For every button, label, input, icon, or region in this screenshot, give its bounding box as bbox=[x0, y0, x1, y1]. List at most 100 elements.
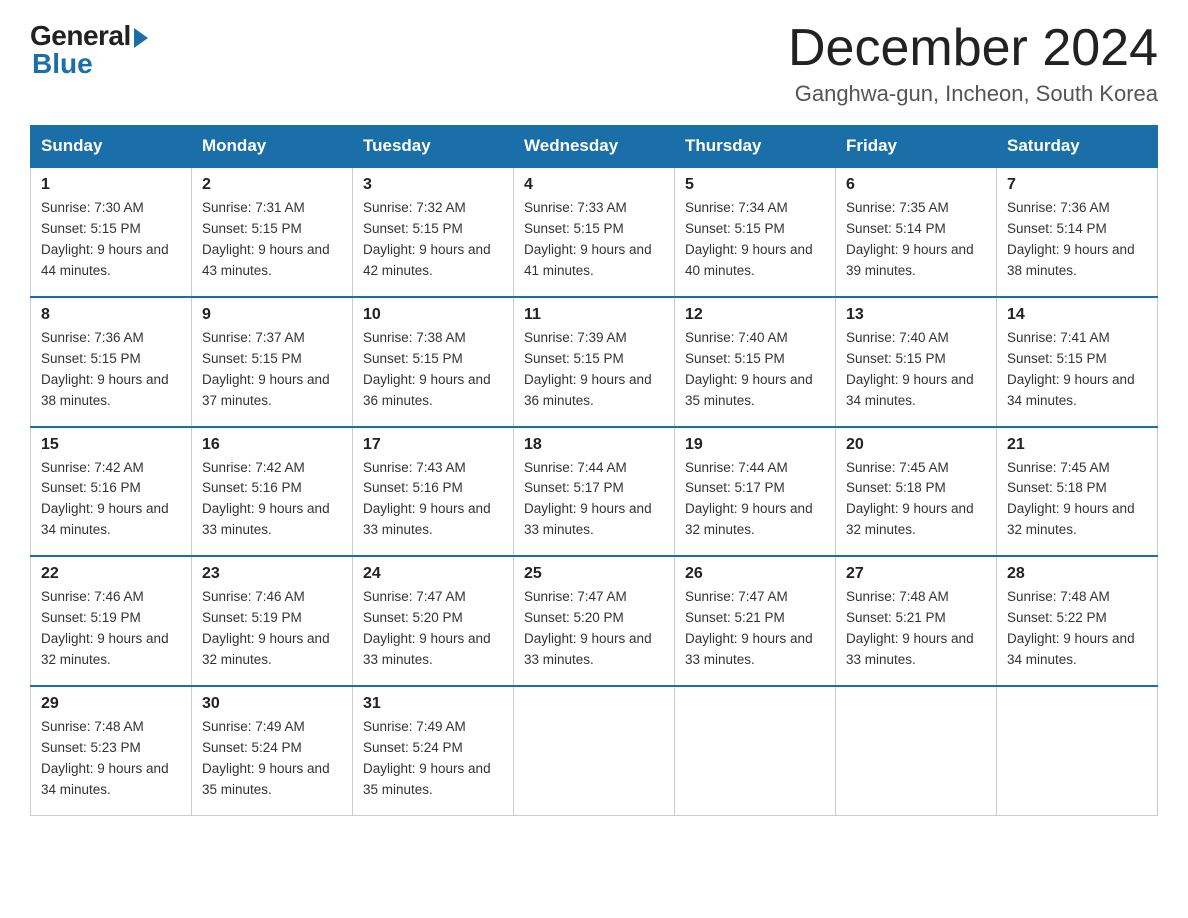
calendar-week-row: 8 Sunrise: 7:36 AM Sunset: 5:15 PM Dayli… bbox=[31, 297, 1158, 427]
day-number: 9 bbox=[202, 306, 342, 324]
weekday-header-friday: Friday bbox=[836, 126, 997, 168]
calendar-table: SundayMondayTuesdayWednesdayThursdayFrid… bbox=[30, 125, 1158, 815]
calendar-cell: 19 Sunrise: 7:44 AM Sunset: 5:17 PM Dayl… bbox=[675, 427, 836, 557]
day-info: Sunrise: 7:45 AM Sunset: 5:18 PM Dayligh… bbox=[1007, 458, 1147, 542]
day-info: Sunrise: 7:47 AM Sunset: 5:20 PM Dayligh… bbox=[524, 587, 664, 671]
day-info: Sunrise: 7:33 AM Sunset: 5:15 PM Dayligh… bbox=[524, 198, 664, 282]
day-number: 6 bbox=[846, 176, 986, 194]
calendar-cell: 24 Sunrise: 7:47 AM Sunset: 5:20 PM Dayl… bbox=[353, 556, 514, 686]
day-info: Sunrise: 7:31 AM Sunset: 5:15 PM Dayligh… bbox=[202, 198, 342, 282]
calendar-cell: 27 Sunrise: 7:48 AM Sunset: 5:21 PM Dayl… bbox=[836, 556, 997, 686]
calendar-cell: 16 Sunrise: 7:42 AM Sunset: 5:16 PM Dayl… bbox=[192, 427, 353, 557]
day-number: 4 bbox=[524, 176, 664, 194]
day-number: 11 bbox=[524, 306, 664, 324]
day-number: 31 bbox=[363, 695, 503, 713]
day-info: Sunrise: 7:49 AM Sunset: 5:24 PM Dayligh… bbox=[363, 717, 503, 801]
calendar-cell: 25 Sunrise: 7:47 AM Sunset: 5:20 PM Dayl… bbox=[514, 556, 675, 686]
calendar-cell: 7 Sunrise: 7:36 AM Sunset: 5:14 PM Dayli… bbox=[997, 167, 1158, 297]
day-number: 8 bbox=[41, 306, 181, 324]
day-info: Sunrise: 7:44 AM Sunset: 5:17 PM Dayligh… bbox=[524, 458, 664, 542]
day-number: 29 bbox=[41, 695, 181, 713]
logo-blue-text: Blue bbox=[32, 48, 93, 80]
day-info: Sunrise: 7:32 AM Sunset: 5:15 PM Dayligh… bbox=[363, 198, 503, 282]
day-info: Sunrise: 7:35 AM Sunset: 5:14 PM Dayligh… bbox=[846, 198, 986, 282]
day-info: Sunrise: 7:45 AM Sunset: 5:18 PM Dayligh… bbox=[846, 458, 986, 542]
day-info: Sunrise: 7:39 AM Sunset: 5:15 PM Dayligh… bbox=[524, 328, 664, 412]
day-info: Sunrise: 7:41 AM Sunset: 5:15 PM Dayligh… bbox=[1007, 328, 1147, 412]
day-number: 12 bbox=[685, 306, 825, 324]
calendar-cell: 2 Sunrise: 7:31 AM Sunset: 5:15 PM Dayli… bbox=[192, 167, 353, 297]
day-number: 10 bbox=[363, 306, 503, 324]
day-number: 3 bbox=[363, 176, 503, 194]
day-number: 20 bbox=[846, 436, 986, 454]
day-number: 30 bbox=[202, 695, 342, 713]
day-info: Sunrise: 7:48 AM Sunset: 5:23 PM Dayligh… bbox=[41, 717, 181, 801]
day-info: Sunrise: 7:48 AM Sunset: 5:22 PM Dayligh… bbox=[1007, 587, 1147, 671]
calendar-cell: 13 Sunrise: 7:40 AM Sunset: 5:15 PM Dayl… bbox=[836, 297, 997, 427]
calendar-cell bbox=[997, 686, 1158, 815]
calendar-cell: 28 Sunrise: 7:48 AM Sunset: 5:22 PM Dayl… bbox=[997, 556, 1158, 686]
day-info: Sunrise: 7:40 AM Sunset: 5:15 PM Dayligh… bbox=[685, 328, 825, 412]
day-info: Sunrise: 7:38 AM Sunset: 5:15 PM Dayligh… bbox=[363, 328, 503, 412]
calendar-cell: 23 Sunrise: 7:46 AM Sunset: 5:19 PM Dayl… bbox=[192, 556, 353, 686]
calendar-cell bbox=[514, 686, 675, 815]
day-number: 13 bbox=[846, 306, 986, 324]
calendar-cell: 6 Sunrise: 7:35 AM Sunset: 5:14 PM Dayli… bbox=[836, 167, 997, 297]
calendar-week-row: 29 Sunrise: 7:48 AM Sunset: 5:23 PM Dayl… bbox=[31, 686, 1158, 815]
calendar-cell: 12 Sunrise: 7:40 AM Sunset: 5:15 PM Dayl… bbox=[675, 297, 836, 427]
weekday-header-thursday: Thursday bbox=[675, 126, 836, 168]
calendar-cell: 3 Sunrise: 7:32 AM Sunset: 5:15 PM Dayli… bbox=[353, 167, 514, 297]
day-number: 2 bbox=[202, 176, 342, 194]
day-info: Sunrise: 7:48 AM Sunset: 5:21 PM Dayligh… bbox=[846, 587, 986, 671]
day-info: Sunrise: 7:37 AM Sunset: 5:15 PM Dayligh… bbox=[202, 328, 342, 412]
calendar-cell: 9 Sunrise: 7:37 AM Sunset: 5:15 PM Dayli… bbox=[192, 297, 353, 427]
location: Ganghwa-gun, Incheon, South Korea bbox=[788, 81, 1158, 107]
day-info: Sunrise: 7:46 AM Sunset: 5:19 PM Dayligh… bbox=[41, 587, 181, 671]
page-header: General Blue December 2024 Ganghwa-gun, … bbox=[30, 20, 1158, 107]
day-info: Sunrise: 7:42 AM Sunset: 5:16 PM Dayligh… bbox=[202, 458, 342, 542]
day-info: Sunrise: 7:36 AM Sunset: 5:15 PM Dayligh… bbox=[41, 328, 181, 412]
weekday-header-tuesday: Tuesday bbox=[353, 126, 514, 168]
logo-arrow-icon bbox=[134, 28, 148, 48]
day-info: Sunrise: 7:42 AM Sunset: 5:16 PM Dayligh… bbox=[41, 458, 181, 542]
weekday-header-sunday: Sunday bbox=[31, 126, 192, 168]
day-number: 23 bbox=[202, 565, 342, 583]
calendar-cell bbox=[836, 686, 997, 815]
calendar-week-row: 22 Sunrise: 7:46 AM Sunset: 5:19 PM Dayl… bbox=[31, 556, 1158, 686]
weekday-header-wednesday: Wednesday bbox=[514, 126, 675, 168]
calendar-cell: 11 Sunrise: 7:39 AM Sunset: 5:15 PM Dayl… bbox=[514, 297, 675, 427]
calendar-cell: 22 Sunrise: 7:46 AM Sunset: 5:19 PM Dayl… bbox=[31, 556, 192, 686]
calendar-cell: 21 Sunrise: 7:45 AM Sunset: 5:18 PM Dayl… bbox=[997, 427, 1158, 557]
day-info: Sunrise: 7:36 AM Sunset: 5:14 PM Dayligh… bbox=[1007, 198, 1147, 282]
calendar-cell: 15 Sunrise: 7:42 AM Sunset: 5:16 PM Dayl… bbox=[31, 427, 192, 557]
calendar-header-row: SundayMondayTuesdayWednesdayThursdayFrid… bbox=[31, 126, 1158, 168]
day-number: 22 bbox=[41, 565, 181, 583]
calendar-cell: 30 Sunrise: 7:49 AM Sunset: 5:24 PM Dayl… bbox=[192, 686, 353, 815]
calendar-cell: 29 Sunrise: 7:48 AM Sunset: 5:23 PM Dayl… bbox=[31, 686, 192, 815]
day-number: 15 bbox=[41, 436, 181, 454]
day-number: 18 bbox=[524, 436, 664, 454]
day-number: 27 bbox=[846, 565, 986, 583]
day-info: Sunrise: 7:49 AM Sunset: 5:24 PM Dayligh… bbox=[202, 717, 342, 801]
day-info: Sunrise: 7:47 AM Sunset: 5:21 PM Dayligh… bbox=[685, 587, 825, 671]
day-info: Sunrise: 7:46 AM Sunset: 5:19 PM Dayligh… bbox=[202, 587, 342, 671]
day-number: 26 bbox=[685, 565, 825, 583]
title-block: December 2024 Ganghwa-gun, Incheon, Sout… bbox=[788, 20, 1158, 107]
day-info: Sunrise: 7:43 AM Sunset: 5:16 PM Dayligh… bbox=[363, 458, 503, 542]
calendar-cell: 20 Sunrise: 7:45 AM Sunset: 5:18 PM Dayl… bbox=[836, 427, 997, 557]
month-title: December 2024 bbox=[788, 20, 1158, 77]
day-number: 19 bbox=[685, 436, 825, 454]
calendar-cell: 10 Sunrise: 7:38 AM Sunset: 5:15 PM Dayl… bbox=[353, 297, 514, 427]
day-number: 25 bbox=[524, 565, 664, 583]
calendar-cell: 31 Sunrise: 7:49 AM Sunset: 5:24 PM Dayl… bbox=[353, 686, 514, 815]
day-number: 1 bbox=[41, 176, 181, 194]
calendar-week-row: 1 Sunrise: 7:30 AM Sunset: 5:15 PM Dayli… bbox=[31, 167, 1158, 297]
day-number: 7 bbox=[1007, 176, 1147, 194]
calendar-cell: 17 Sunrise: 7:43 AM Sunset: 5:16 PM Dayl… bbox=[353, 427, 514, 557]
calendar-cell: 26 Sunrise: 7:47 AM Sunset: 5:21 PM Dayl… bbox=[675, 556, 836, 686]
day-number: 5 bbox=[685, 176, 825, 194]
day-number: 21 bbox=[1007, 436, 1147, 454]
weekday-header-monday: Monday bbox=[192, 126, 353, 168]
calendar-cell: 8 Sunrise: 7:36 AM Sunset: 5:15 PM Dayli… bbox=[31, 297, 192, 427]
day-info: Sunrise: 7:30 AM Sunset: 5:15 PM Dayligh… bbox=[41, 198, 181, 282]
